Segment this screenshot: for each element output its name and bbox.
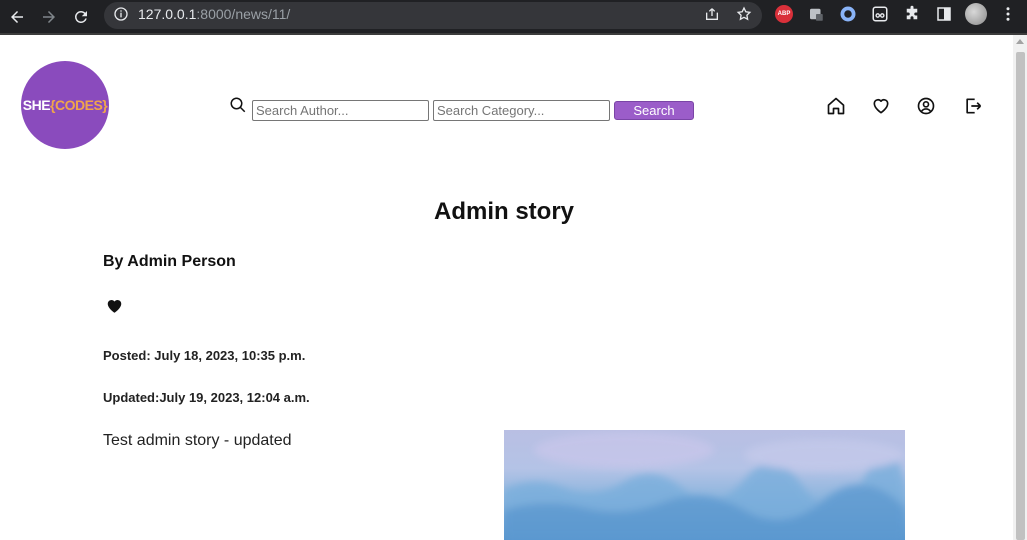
extension-circle-icon[interactable]	[839, 5, 857, 23]
more-menu-icon[interactable]	[999, 5, 1017, 23]
logo-codes-text: {CODES}	[50, 97, 108, 113]
glasses-extension-icon[interactable]	[871, 5, 889, 23]
heart-filled-icon[interactable]	[105, 297, 124, 315]
story-image	[504, 430, 905, 540]
extensions-puzzle-icon[interactable]	[903, 5, 921, 23]
home-icon[interactable]	[826, 96, 846, 116]
url-path: :8000/news/11/	[196, 6, 291, 22]
profile-avatar[interactable]	[965, 3, 987, 25]
bookmark-star-icon[interactable]	[736, 6, 752, 22]
url-text[interactable]: 127.0.0.1:8000/news/11/	[138, 6, 290, 22]
logo-wordmark: SHE{CODES}	[22, 97, 108, 113]
story-body: Test admin story - updated	[103, 432, 292, 449]
share-icon[interactable]	[704, 6, 720, 22]
search-button[interactable]: Search	[614, 101, 694, 120]
reload-button[interactable]	[68, 4, 94, 30]
arrow-left-icon	[11, 11, 23, 23]
search-icon	[230, 97, 246, 113]
posted-date: Posted: July 18, 2023, 10:35 p.m.	[103, 348, 306, 363]
info-icon[interactable]	[113, 6, 129, 22]
story-image-art	[504, 430, 905, 540]
scroll-up-arrow-icon[interactable]	[1016, 39, 1024, 44]
scrollbar-thumb[interactable]	[1016, 52, 1025, 540]
search-author-input[interactable]	[252, 100, 429, 121]
updated-date: Updated:July 19, 2023, 12:04 a.m.	[103, 390, 310, 405]
user-circle-icon[interactable]	[916, 96, 936, 116]
story-title: Admin story	[433, 198, 574, 225]
url-host: 127.0.0.1	[138, 6, 197, 22]
logout-icon[interactable]	[963, 96, 983, 116]
toolbar-divider	[0, 33, 1027, 35]
she-codes-logo[interactable]: SHE{CODES}	[21, 61, 109, 149]
arrow-right-icon	[43, 11, 55, 23]
screenshot-extension-icon[interactable]	[807, 5, 825, 23]
reload-icon	[74, 10, 87, 23]
forward-button[interactable]	[36, 4, 62, 30]
adblock-extension-icon[interactable]: ABP	[775, 5, 793, 23]
back-button[interactable]	[4, 4, 30, 30]
search-category-input[interactable]	[433, 100, 610, 121]
side-panel-icon[interactable]	[935, 5, 953, 23]
story-author: By Admin Person	[103, 253, 236, 270]
logo-she-text: SHE	[22, 97, 51, 113]
heart-outline-icon[interactable]	[871, 96, 891, 116]
